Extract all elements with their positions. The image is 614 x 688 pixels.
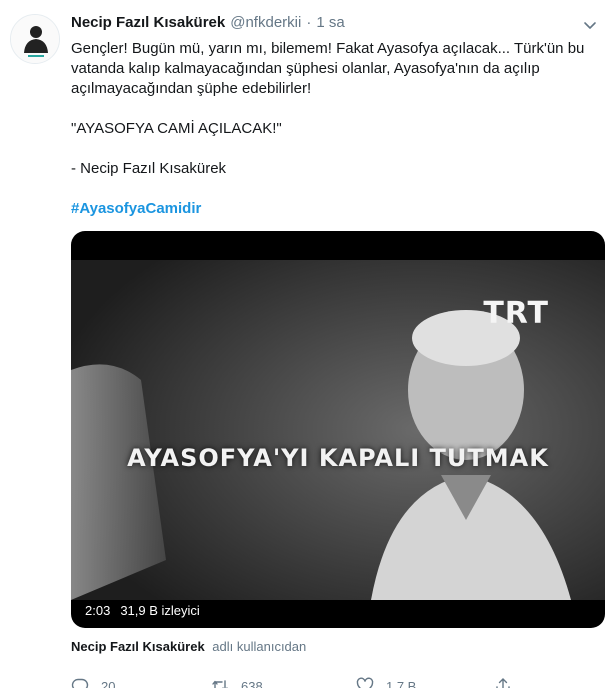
video-duration: 2:03 [85, 603, 111, 618]
reply-icon [71, 678, 89, 688]
retweet-button[interactable]: 638 [211, 677, 263, 688]
tweet-text: Gençler! Bugün mü, yarın mı, bilemem! Fa… [71, 39, 605, 219]
author-handle[interactable]: @nfkderkii [230, 14, 301, 31]
heart-icon [356, 677, 374, 688]
tweet-time[interactable]: 1 sa [316, 14, 344, 31]
chevron-down-icon[interactable] [581, 16, 599, 34]
tweet-signature: - Necip Fazıl Kısakürek [71, 160, 227, 177]
like-button[interactable]: 1,7 B [356, 677, 416, 688]
share-icon [496, 678, 510, 688]
avatar[interactable] [10, 14, 60, 64]
tweet-actions: 20 638 1,7 B [71, 677, 605, 688]
retweet-icon [212, 680, 228, 688]
separator-dot: · [306, 14, 312, 31]
tweet-content: Necip Fazıl Kısakürek @nfkderkii · 1 sa … [71, 14, 605, 688]
video-views: 31,9 B izleyici [120, 603, 200, 618]
tweet-quote: "AYASOFYA CAMİ AÇILACAK!" [71, 120, 282, 137]
nfk-logo-icon [11, 15, 59, 63]
video-caption: AYASOFYA'YI KAPALI TUTMAK [127, 444, 549, 472]
reply-button[interactable]: 20 [71, 677, 115, 688]
tweet: Necip Fazıl Kısakürek @nfkderkii · 1 sa … [0, 0, 614, 688]
reply-count: 20 [101, 678, 116, 688]
trt-watermark: TRT [483, 296, 549, 331]
tweet-paragraph: Gençler! Bugün mü, yarın mı, bilemem! Fa… [71, 40, 585, 97]
video-meta: 2:03 31,9 B izleyici [85, 603, 200, 618]
via-suffix: adlı kullanıcıdan [212, 639, 307, 654]
hashtag-link[interactable]: #AyasofyaCamidir [71, 200, 201, 217]
retweet-count: 638 [241, 678, 263, 688]
via-attribution: Necip Fazıl Kısakürek adlı kullanıcıdan [71, 639, 306, 654]
video-frame: TRT AYASOFYA'YI KAPALI TUTMAK [71, 260, 605, 600]
share-button[interactable] [494, 677, 524, 688]
like-count: 1,7 B [386, 678, 417, 688]
tweet-header: Necip Fazıl Kısakürek @nfkderkii · 1 sa [71, 14, 605, 36]
author-name[interactable]: Necip Fazıl Kısakürek [71, 14, 225, 31]
video-player[interactable]: TRT AYASOFYA'YI KAPALI TUTMAK 2:03 31,9 … [71, 231, 605, 628]
via-user-link[interactable]: Necip Fazıl Kısakürek [71, 639, 205, 654]
